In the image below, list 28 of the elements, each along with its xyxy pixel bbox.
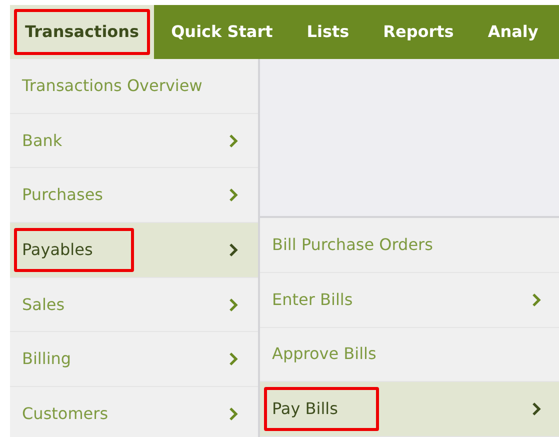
menu-item[interactable]: Enter Bills <box>260 272 559 328</box>
nav-tab[interactable]: Quick Start <box>154 5 290 59</box>
menu-item[interactable]: Customers <box>10 387 258 437</box>
menu-label: Enter Bills <box>271 288 354 311</box>
menu-label: Sales <box>21 294 66 316</box>
menu-item[interactable]: Billing <box>10 332 258 388</box>
menu-label: Bill Purchase Orders <box>271 234 434 256</box>
tab-label: Lists <box>306 21 350 43</box>
tab-label: Quick Start <box>170 21 274 43</box>
tab-label: Reports <box>382 21 455 43</box>
menu-item[interactable]: Bank <box>10 114 258 168</box>
menu-label: Transactions Overview <box>21 74 204 97</box>
menu-label: Purchases <box>21 184 104 206</box>
menu-label: Pay Bills <box>264 387 379 432</box>
nav-tab[interactable]: Reports <box>366 5 471 59</box>
nav-tab[interactable]: Lists <box>290 5 366 59</box>
menu-item[interactable]: Sales <box>10 278 258 332</box>
menu-label: Approve Bills <box>271 343 378 366</box>
tab-label: Analy <box>486 21 540 43</box>
menu-item[interactable]: Pay Bills <box>260 382 559 437</box>
menu-item[interactable]: Bill Purchase Orders <box>260 218 559 273</box>
menu-item[interactable]: Payables <box>10 223 258 278</box>
menu-label: Bank <box>21 130 64 152</box>
menu-item[interactable]: Transactions Overview <box>10 59 258 114</box>
menu-label: Billing <box>21 348 72 370</box>
menu-label: Customers <box>21 402 110 425</box>
menu-label: Payables <box>14 228 134 272</box>
nav-tab[interactable]: Analy <box>470 5 556 59</box>
